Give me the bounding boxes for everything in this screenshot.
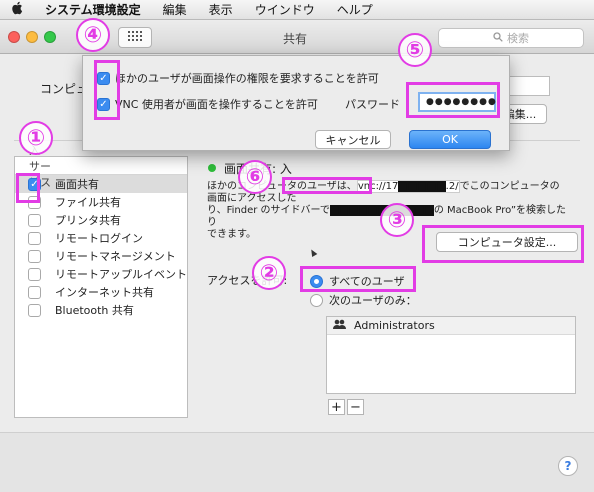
mouse-cursor-icon (308, 247, 318, 258)
search-icon (493, 31, 503, 45)
password-label: パスワード (345, 98, 400, 111)
service-label: 画面共有 (55, 178, 99, 191)
search-input[interactable]: 検索 (438, 28, 584, 48)
computer-settings-button[interactable]: コンピュータ設定... (436, 232, 578, 252)
annotation-number-6: ⑥ (238, 160, 272, 194)
menu-help[interactable]: ヘルプ (326, 1, 384, 18)
annotation-number-4: ④ (76, 18, 110, 52)
service-item-remote-login[interactable]: リモートログイン (15, 229, 187, 247)
zoom-window-button[interactable] (44, 31, 56, 43)
service-label: リモートログイン (55, 232, 143, 245)
close-window-button[interactable] (8, 31, 20, 43)
radio-all-users[interactable]: すべてのユーザ (310, 273, 405, 289)
radio-button-selected[interactable] (310, 274, 323, 288)
service-item-remote-apple-events[interactable]: リモートアップルイベント (15, 265, 187, 283)
users-list: Administrators (326, 316, 576, 394)
remove-user-button[interactable]: − (347, 399, 364, 415)
service-item-internet-sharing[interactable]: インターネット共有 (15, 283, 187, 301)
group-icon (333, 319, 346, 332)
bottom-bar (0, 432, 594, 492)
service-item-remote-management[interactable]: リモートマネージメント (15, 247, 187, 265)
service-checkbox[interactable] (28, 285, 41, 299)
settings-sheet-dialog: ✓ ほかのユーザが画面操作の権限を要求することを許可 ✓ VNC 使用者が画面を… (82, 55, 510, 151)
dialog-option2-label: VNC 使用者が画面を操作することを許可 (115, 98, 318, 111)
cancel-button[interactable]: キャンセル (315, 130, 391, 149)
service-checkbox[interactable] (28, 213, 41, 227)
users-group-label: Administrators (354, 319, 435, 332)
window-title: 共有 (282, 32, 307, 46)
password-field[interactable]: ●●●●●●●● (418, 92, 496, 112)
add-user-button[interactable]: + (328, 399, 345, 415)
status-indicator-icon (208, 164, 216, 172)
service-list: 入 サービス ✓ 画面共有 ファイル共有 プリンタ共有 リモートログイン リモー… (14, 144, 188, 418)
service-label: リモートマネージメント (55, 250, 176, 263)
service-label: ファイル共有 (55, 196, 121, 209)
computer-name-label: コンピュ (40, 82, 89, 96)
vnc-address-head: vnc://17 (357, 181, 399, 192)
dialog-option1-label: ほかのユーザが画面操作の権限を要求することを許可 (115, 72, 379, 85)
annotation-number-3: ③ (380, 203, 414, 237)
service-item-file-sharing[interactable]: ファイル共有 (15, 193, 187, 211)
grid-icon (128, 31, 142, 44)
service-label: インターネット共有 (55, 286, 154, 299)
service-item-printer-sharing[interactable]: プリンタ共有 (15, 211, 187, 229)
service-list-header: 入 サービス (15, 144, 187, 189)
service-checkbox[interactable] (28, 303, 41, 317)
vnc-address-tail: .2/ (445, 181, 459, 192)
dialog-checkbox-1[interactable]: ✓ (97, 71, 110, 85)
radio-button[interactable] (310, 293, 323, 307)
desc-line1-a: ほかのコンピュータのユーザは、 (207, 181, 357, 192)
service-checkbox[interactable]: ✓ (28, 177, 41, 191)
menu-edit[interactable]: 編集 (152, 1, 198, 18)
menu-window[interactable]: ウインドウ (244, 1, 326, 18)
radio-all-users-label: すべてのユーザ (329, 275, 405, 288)
menu-bar: システム環境設定 編集 表示 ウインドウ ヘルプ (0, 0, 594, 20)
service-checkbox[interactable] (28, 267, 41, 281)
radio-only-users[interactable]: 次のユーザのみ： (310, 292, 417, 308)
users-group-row[interactable]: Administrators (327, 317, 575, 335)
service-item-bluetooth-sharing[interactable]: Bluetooth 共有 (15, 301, 187, 319)
search-placeholder: 検索 (507, 32, 529, 45)
vnc-address: vnc://17■■■■■.2/ (356, 180, 460, 193)
annotation-number-2: ② (252, 256, 286, 290)
apple-menu-icon[interactable] (0, 1, 34, 19)
service-checkbox[interactable] (28, 195, 41, 209)
service-label: プリンタ共有 (55, 214, 121, 227)
dialog-option-request-permission[interactable]: ✓ ほかのユーザが画面操作の権限を要求することを許可 (97, 70, 379, 86)
ok-button[interactable]: OK (409, 130, 491, 149)
desc-line2-a: り、Finder のサイドバーで (207, 205, 330, 216)
service-label: Bluetooth 共有 (55, 304, 134, 317)
help-button[interactable]: ? (558, 456, 578, 476)
dialog-option-vnc-control[interactable]: ✓ VNC 使用者が画面を操作することを許可 (97, 96, 318, 112)
annotation-number-1: ① (19, 121, 53, 155)
minimize-window-button[interactable] (26, 31, 38, 43)
dialog-checkbox-2[interactable]: ✓ (97, 97, 110, 111)
service-checkbox[interactable] (28, 231, 41, 245)
redacted-ip: ■■■■■ (398, 181, 446, 192)
menu-app-name[interactable]: システム環境設定 (34, 1, 152, 18)
radio-only-users-label: 次のユーザのみ： (329, 294, 417, 307)
service-label: リモートアップルイベント (55, 268, 187, 281)
service-checkbox[interactable] (28, 249, 41, 263)
annotation-number-5: ⑤ (398, 33, 432, 67)
show-all-button[interactable] (118, 27, 152, 48)
menu-view[interactable]: 表示 (198, 1, 244, 18)
